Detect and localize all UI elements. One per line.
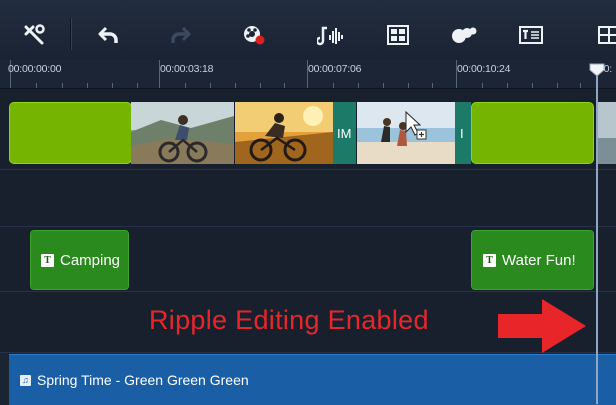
music-note-icon: ♫	[20, 374, 31, 386]
mask-icon[interactable]	[451, 22, 479, 48]
title-clip-label: Water Fun!	[502, 251, 576, 269]
color-clip[interactable]	[471, 102, 594, 164]
title-clip-water-fun[interactable]: T Water Fun!	[471, 230, 594, 290]
timeline-toolbar	[0, 0, 616, 60]
record-icon[interactable]	[240, 22, 268, 48]
title-clip-label: Camping	[60, 251, 121, 269]
transition-label: I	[460, 125, 464, 141]
audio-clip-label: Spring Time - Green Green Green	[37, 372, 249, 388]
undo-icon[interactable]	[95, 22, 123, 48]
video-clip-beach[interactable]	[357, 102, 455, 164]
transition-clip[interactable]: I	[455, 102, 471, 164]
timecode-label: 00:00:07:06	[308, 63, 362, 75]
video-clip-partial[interactable]	[596, 102, 616, 164]
transition-label: IM	[337, 125, 352, 141]
redo-icon[interactable]	[166, 22, 194, 48]
ripple-editing-caption: Ripple Editing Enabled	[149, 305, 429, 335]
audio-mixer-icon[interactable]	[316, 22, 344, 48]
color-clip[interactable]	[9, 102, 132, 164]
audio-clip[interactable]: ♫ Spring Time - Green Green Green	[9, 354, 616, 405]
playhead-handle[interactable]	[589, 63, 605, 82]
transition-clip[interactable]: IM	[333, 102, 356, 164]
tools-icon[interactable]	[20, 22, 48, 48]
timecode-label: 00:00:00:00	[8, 63, 62, 75]
multi-screen-icon[interactable]	[594, 22, 616, 48]
title-clip-camping[interactable]: T Camping	[30, 230, 129, 290]
title-icon[interactable]	[517, 22, 545, 48]
timecode-label: 00:00:03:18	[160, 63, 214, 75]
timecode-label: 00:00:10:24	[457, 63, 511, 75]
pan-zoom-icon[interactable]	[384, 22, 412, 48]
playhead[interactable]	[596, 68, 598, 404]
title-clip-icon: T	[41, 253, 54, 267]
video-clip-road-cyclist[interactable]	[235, 102, 333, 164]
toolbar-divider	[70, 18, 71, 50]
video-clip-mountain-bike[interactable]	[131, 102, 234, 164]
title-clip-icon: T	[483, 253, 496, 267]
overlay-track	[0, 170, 616, 227]
